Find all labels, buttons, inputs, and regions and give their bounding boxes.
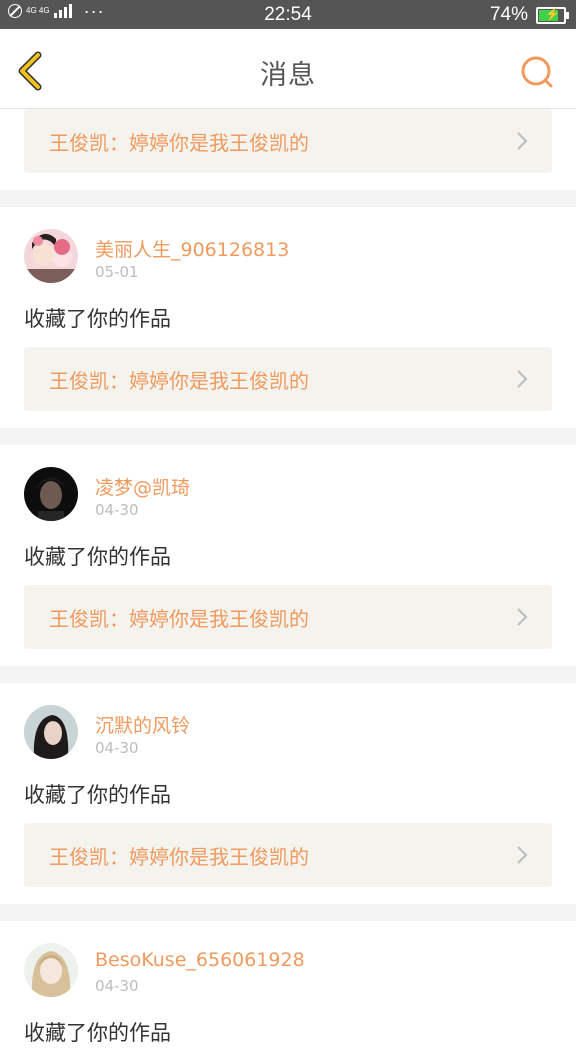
user-row: 美丽人生_906126813 05-01 bbox=[0, 207, 576, 295]
search-button[interactable] bbox=[520, 55, 554, 89]
username[interactable]: BesoKuse_656061928 bbox=[95, 949, 305, 971]
battery-percent: 74% bbox=[489, 4, 528, 25]
message-date: 04-30 bbox=[95, 501, 139, 519]
battery-icon: ⚡ bbox=[536, 6, 569, 24]
username[interactable]: 沉默的风铃 bbox=[95, 711, 190, 738]
card-divider bbox=[0, 666, 576, 683]
message-card: 美丽人生_906126813 05-01 收藏了你的作品 王俊凯：婷婷你是我王俊… bbox=[0, 207, 576, 428]
chevron-right-icon bbox=[517, 132, 528, 150]
work-link[interactable]: 王俊凯：婷婷你是我王俊凯的 bbox=[24, 823, 552, 887]
message-date: 04-30 bbox=[95, 977, 139, 995]
username[interactable]: 凌梦@凯琦 bbox=[95, 473, 190, 500]
work-title: 王俊凯：婷婷你是我王俊凯的 bbox=[49, 369, 309, 393]
action-text: 收藏了你的作品 bbox=[24, 545, 171, 569]
avatar[interactable] bbox=[24, 943, 78, 997]
message-card: 凌梦@凯琦 04-30 收藏了你的作品 王俊凯：婷婷你是我王俊凯的 bbox=[0, 445, 576, 666]
message-card: 沉默的风铃 04-30 收藏了你的作品 王俊凯：婷婷你是我王俊凯的 bbox=[0, 683, 576, 904]
avatar[interactable] bbox=[24, 467, 78, 521]
avatar[interactable] bbox=[24, 705, 78, 759]
message-card: BesoKuse_656061928 04-30 收藏了你的作品 bbox=[0, 921, 576, 1061]
chevron-right-icon bbox=[517, 608, 528, 626]
action-text: 收藏了你的作品 bbox=[24, 783, 171, 807]
message-date: 04-30 bbox=[95, 739, 139, 757]
message-feed[interactable]: 王俊凯：婷婷你是我王俊凯的 美丽人生_906126813 05-01 收藏了你的… bbox=[0, 109, 576, 1061]
card-divider bbox=[0, 190, 576, 207]
action-text: 收藏了你的作品 bbox=[24, 1021, 171, 1045]
avatar[interactable] bbox=[24, 229, 78, 283]
nav-bar: 消息 bbox=[0, 29, 576, 109]
status-bar: 4G 4G ··· 22:54 74% ⚡ bbox=[0, 0, 576, 29]
work-link[interactable]: 王俊凯：婷婷你是我王俊凯的 bbox=[24, 109, 552, 173]
work-link[interactable]: 王俊凯：婷婷你是我王俊凯的 bbox=[24, 347, 552, 411]
work-title: 王俊凯：婷婷你是我王俊凯的 bbox=[49, 131, 309, 155]
user-row: 沉默的风铃 04-30 bbox=[0, 683, 576, 771]
user-row: 凌梦@凯琦 04-30 bbox=[0, 445, 576, 533]
page-title: 消息 bbox=[260, 60, 316, 91]
work-title: 王俊凯：婷婷你是我王俊凯的 bbox=[49, 607, 309, 631]
search-icon bbox=[521, 56, 553, 88]
action-text: 收藏了你的作品 bbox=[24, 307, 171, 331]
status-right: 74% ⚡ bbox=[489, 4, 569, 26]
work-title: 王俊凯：婷婷你是我王俊凯的 bbox=[49, 845, 309, 869]
chevron-right-icon bbox=[517, 370, 528, 388]
card-divider bbox=[0, 428, 576, 445]
chevron-right-icon bbox=[517, 846, 528, 864]
username[interactable]: 美丽人生_906126813 bbox=[95, 235, 289, 262]
message-date: 05-01 bbox=[95, 263, 139, 281]
card-divider bbox=[0, 904, 576, 921]
message-card-partial: 王俊凯：婷婷你是我王俊凯的 bbox=[0, 109, 576, 190]
work-link[interactable]: 王俊凯：婷婷你是我王俊凯的 bbox=[24, 585, 552, 649]
user-row: BesoKuse_656061928 04-30 bbox=[0, 921, 576, 1009]
